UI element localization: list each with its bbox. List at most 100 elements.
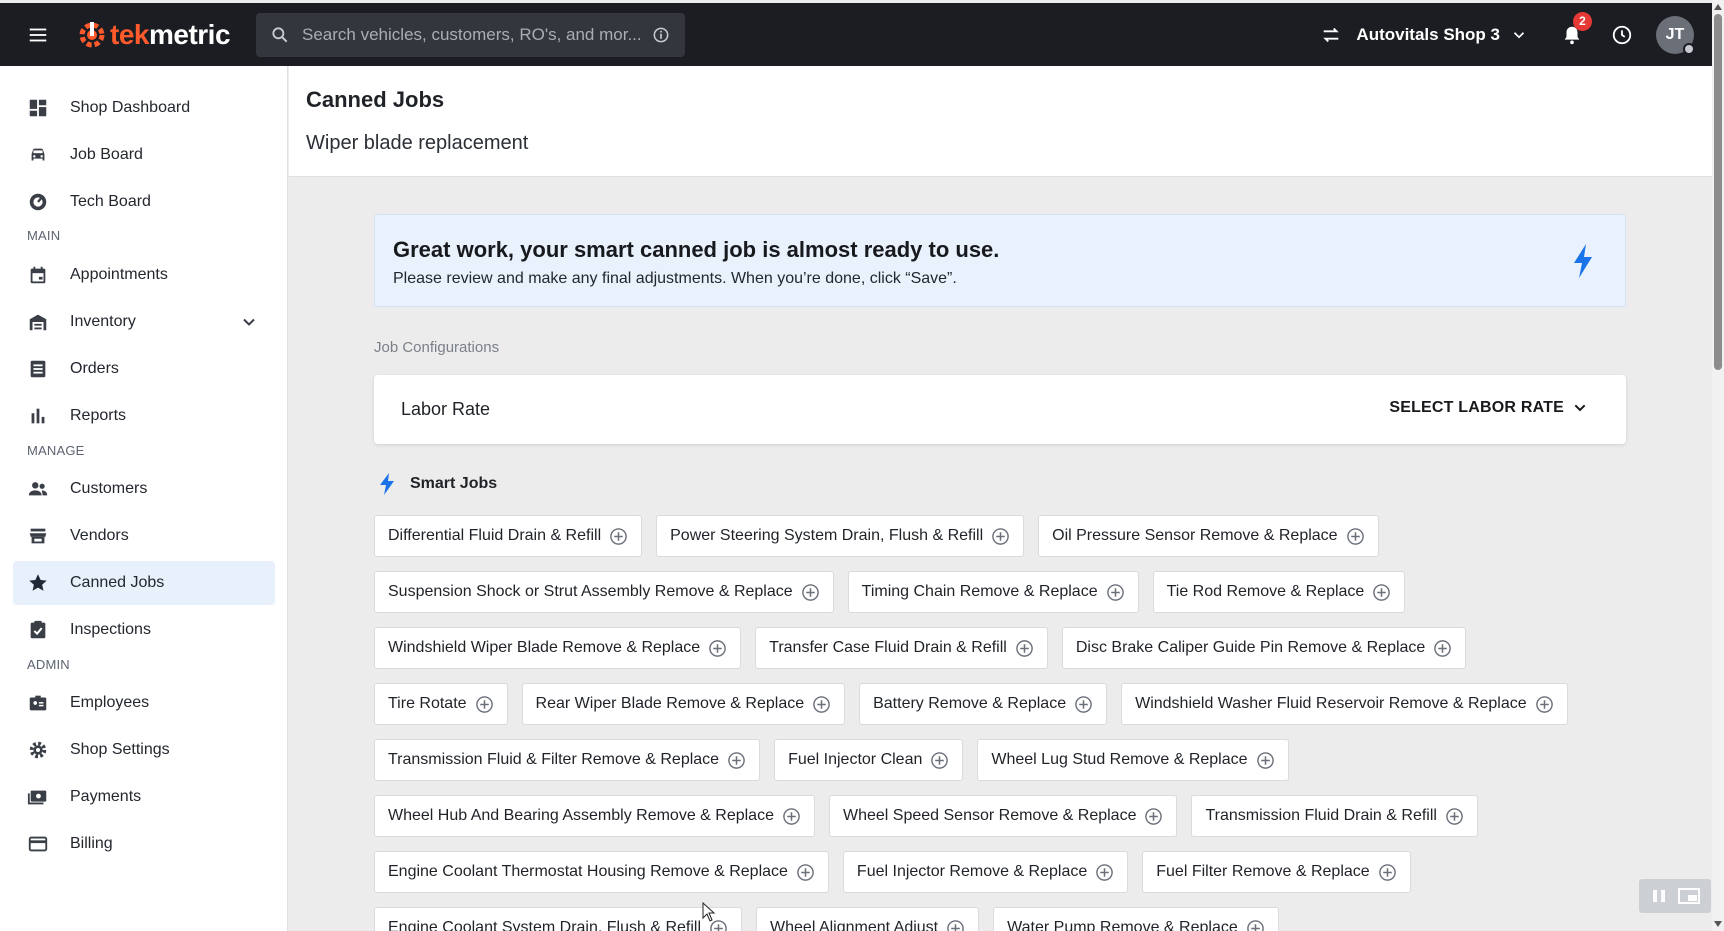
plus-circle-icon[interactable] xyxy=(946,919,965,931)
plus-circle-icon[interactable] xyxy=(1346,527,1365,546)
smart-job-chip[interactable]: Engine Coolant System Drain, Flush & Ref… xyxy=(374,907,743,931)
sidebar-item-payments[interactable]: Payments xyxy=(13,775,275,819)
sidebar-item-shop-dashboard[interactable]: Shop Dashboard xyxy=(13,86,275,130)
sidebar-item-label: Orders xyxy=(70,360,119,377)
plus-circle-icon[interactable] xyxy=(1095,863,1114,882)
tekmetric-logo[interactable]: tekmetric xyxy=(76,3,231,66)
smart-job-label: Differential Fluid Drain & Refill xyxy=(388,527,602,544)
smart-jobs-row: Tire Rotate Rear Wiper Blade Remove & Rep… xyxy=(374,683,1634,725)
labor-rate-select[interactable]: SELECT LABOR RATE xyxy=(1389,399,1588,417)
smart-job-chip[interactable]: Wheel Alignment Adjust xyxy=(756,907,980,931)
labor-rate-card: Labor Rate SELECT LABOR RATE xyxy=(374,375,1626,444)
sidebar-item-reports[interactable]: Reports xyxy=(13,394,275,438)
smart-job-chip[interactable]: Disc Brake Caliper Guide Pin Remove & Re… xyxy=(1061,627,1467,669)
plus-circle-icon[interactable] xyxy=(782,807,801,826)
sidebar-item-vendors[interactable]: Vendors xyxy=(13,514,275,558)
job-configurations-label: Job Configurations xyxy=(374,339,500,356)
notifications-button[interactable]: 2 xyxy=(1556,11,1592,51)
warehouse-icon xyxy=(29,314,47,331)
plus-circle-icon[interactable] xyxy=(475,695,494,714)
smart-job-chip[interactable]: Water Pump Remove & Replace xyxy=(993,907,1279,931)
plus-circle-icon[interactable] xyxy=(1144,807,1163,826)
smart-job-label: Engine Coolant Thermostat Housing Remove… xyxy=(388,863,788,880)
scroll-thumb[interactable] xyxy=(1714,14,1722,370)
plus-circle-icon[interactable] xyxy=(1106,583,1125,602)
plus-circle-icon[interactable] xyxy=(1074,695,1093,714)
smart-job-chip[interactable]: Wheel Lug Stud Remove & Replace xyxy=(977,739,1289,781)
plus-circle-icon[interactable] xyxy=(1378,863,1397,882)
floating-media-widget[interactable] xyxy=(1639,879,1711,913)
sidebar-item-inspections[interactable]: Inspections xyxy=(13,608,275,652)
smart-job-chip[interactable]: Transmission Fluid Drain & Refill xyxy=(1191,795,1478,837)
sidebar-item-tech-board[interactable]: Tech Board xyxy=(13,180,275,224)
smart-job-chip[interactable]: Timing Chain Remove & Replace xyxy=(847,571,1139,613)
smart-job-label: Transfer Case Fluid Drain & Refill xyxy=(769,639,1007,656)
smart-job-chip[interactable]: Suspension Shock or Strut Assembly Remov… xyxy=(374,571,834,613)
smart-job-chip[interactable]: Differential Fluid Drain & Refill xyxy=(374,515,643,557)
sidebar-item-billing[interactable]: Billing xyxy=(13,822,275,866)
smart-job-label: Water Pump Remove & Replace xyxy=(1007,919,1238,931)
plus-circle-icon[interactable] xyxy=(1445,807,1464,826)
plus-circle-icon[interactable] xyxy=(812,695,831,714)
smart-job-chip[interactable]: Wheel Speed Sensor Remove & Replace xyxy=(828,795,1178,837)
smart-job-chip[interactable]: Engine Coolant Thermostat Housing Remove… xyxy=(374,851,829,893)
smart-job-chip[interactable]: Rear Wiper Blade Remove & Replace xyxy=(521,683,846,725)
picture-in-picture-icon[interactable] xyxy=(1677,887,1701,905)
smart-jobs-title: Smart Jobs xyxy=(410,475,498,492)
smart-job-chip[interactable]: Transfer Case Fluid Drain & Refill xyxy=(755,627,1048,669)
smart-job-chip[interactable]: Battery Remove & Replace xyxy=(859,683,1108,725)
smart-job-label: Battery Remove & Replace xyxy=(873,695,1067,712)
plus-circle-icon[interactable] xyxy=(1535,695,1554,714)
scroll-up-arrow-icon[interactable] xyxy=(1714,4,1722,10)
sidebar-item-appointments[interactable]: Appointments xyxy=(13,253,275,297)
sidebar-item-customers[interactable]: Customers xyxy=(13,467,275,511)
plus-circle-icon[interactable] xyxy=(1015,639,1034,658)
plus-circle-icon[interactable] xyxy=(727,751,746,770)
sidebar-item-label: Job Board xyxy=(70,146,143,163)
clipboard-check-icon xyxy=(30,620,46,639)
plus-circle-icon[interactable] xyxy=(991,527,1010,546)
sidebar-item-shop-settings[interactable]: Shop Settings xyxy=(13,728,275,772)
plus-circle-icon[interactable] xyxy=(930,751,949,770)
info-icon[interactable] xyxy=(651,25,671,45)
sidebar-item-job-board[interactable]: Job Board xyxy=(13,133,275,177)
smart-job-chip[interactable]: Oil Pressure Sensor Remove & Replace xyxy=(1038,515,1379,557)
plus-circle-icon[interactable] xyxy=(801,583,820,602)
scroll-down-arrow-icon[interactable] xyxy=(1714,921,1722,927)
smart-job-chip[interactable]: Windshield Wiper Blade Remove & Replace xyxy=(374,627,742,669)
pause-icon[interactable] xyxy=(1649,887,1669,905)
menu-button[interactable] xyxy=(0,3,76,66)
plus-circle-icon[interactable] xyxy=(1433,639,1452,658)
plus-circle-icon[interactable] xyxy=(708,639,727,658)
page-scrollbar[interactable] xyxy=(1712,0,1724,931)
smart-job-chip[interactable]: Transmission Fluid & Filter Remove & Rep… xyxy=(374,739,761,781)
sidebar-item-orders[interactable]: Orders xyxy=(13,347,275,391)
clock-icon xyxy=(1612,25,1632,44)
plus-circle-icon[interactable] xyxy=(796,863,815,882)
plus-circle-icon[interactable] xyxy=(1372,583,1391,602)
sidebar-item-inventory[interactable]: Inventory xyxy=(13,300,275,344)
plus-circle-icon[interactable] xyxy=(1256,751,1275,770)
user-avatar[interactable]: JT xyxy=(1656,15,1695,55)
plus-circle-icon[interactable] xyxy=(609,527,628,546)
plus-circle-icon[interactable] xyxy=(1246,919,1265,931)
smart-job-chip[interactable]: Tire Rotate xyxy=(374,683,508,725)
notification-badge: 2 xyxy=(1573,11,1592,31)
chevron-down-icon[interactable] xyxy=(239,312,259,332)
smart-job-label: Windshield Washer Fluid Reservoir Remove… xyxy=(1135,695,1527,712)
search-input[interactable] xyxy=(302,24,652,45)
smart-job-chip[interactable]: Wheel Hub And Bearing Assembly Remove & … xyxy=(374,795,815,837)
sidebar-item-employees[interactable]: Employees xyxy=(13,681,275,725)
shop-switcher[interactable]: Autovitals Shop 3 xyxy=(1320,24,1528,46)
global-search[interactable] xyxy=(256,12,686,57)
sidebar-item-label: Payments xyxy=(70,788,142,805)
sidebar-item-canned-jobs[interactable]: Canned Jobs xyxy=(13,561,275,605)
smart-job-chip[interactable]: Windshield Washer Fluid Reservoir Remove… xyxy=(1121,683,1568,725)
smart-job-chip[interactable]: Power Steering System Drain, Flush & Ref… xyxy=(656,515,1025,557)
smart-job-chip[interactable]: Fuel Filter Remove & Replace xyxy=(1142,851,1411,893)
smart-job-chip[interactable]: Fuel Injector Remove & Replace xyxy=(842,851,1129,893)
history-button[interactable] xyxy=(1606,19,1638,51)
smart-job-chip[interactable]: Fuel Injector Clean xyxy=(774,739,964,781)
smart-job-label: Oil Pressure Sensor Remove & Replace xyxy=(1052,527,1338,544)
smart-job-chip[interactable]: Tie Rod Remove & Replace xyxy=(1152,571,1406,613)
